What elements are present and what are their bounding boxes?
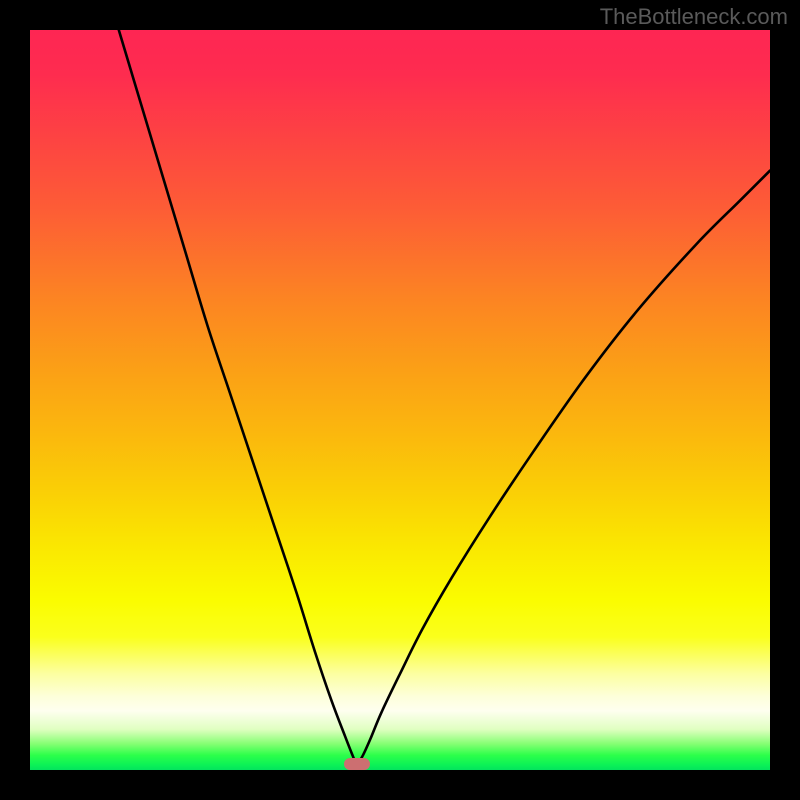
curve-svg bbox=[30, 30, 770, 770]
plot-area bbox=[30, 30, 770, 770]
bottleneck-curve bbox=[119, 30, 770, 763]
chart-frame: TheBottleneck.com bbox=[0, 0, 800, 800]
optimum-marker bbox=[344, 758, 370, 770]
watermark-text: TheBottleneck.com bbox=[600, 4, 788, 30]
